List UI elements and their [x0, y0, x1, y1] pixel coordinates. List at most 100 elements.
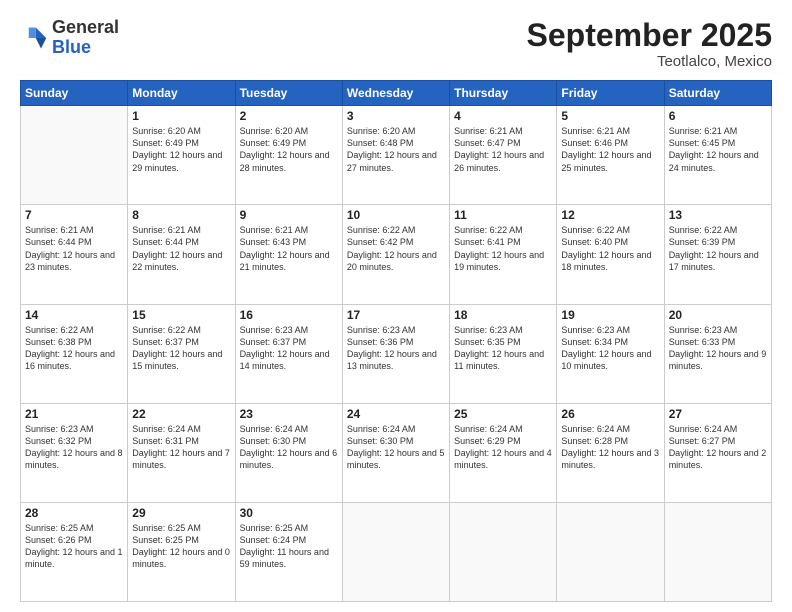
page: General Blue September 2025 Teotlalco, M…: [0, 0, 792, 612]
cell-info: Sunrise: 6:24 AM Sunset: 6:28 PM Dayligh…: [561, 423, 659, 472]
day-number: 3: [347, 109, 445, 123]
header: General Blue September 2025 Teotlalco, M…: [20, 18, 772, 70]
day-number: 22: [132, 407, 230, 421]
day-number: 16: [240, 308, 338, 322]
day-number: 4: [454, 109, 552, 123]
day-number: 13: [669, 208, 767, 222]
calendar-cell: 20 Sunrise: 6:23 AM Sunset: 6:33 PM Dayli…: [664, 304, 771, 403]
cell-info: Sunrise: 6:25 AM Sunset: 6:25 PM Dayligh…: [132, 522, 230, 571]
calendar-cell: 2 Sunrise: 6:20 AM Sunset: 6:49 PM Daylig…: [235, 106, 342, 205]
calendar-cell: 14 Sunrise: 6:22 AM Sunset: 6:38 PM Dayli…: [21, 304, 128, 403]
cell-info: Sunrise: 6:25 AM Sunset: 6:24 PM Dayligh…: [240, 522, 338, 571]
day-number: 8: [132, 208, 230, 222]
calendar-cell: 25 Sunrise: 6:24 AM Sunset: 6:29 PM Dayli…: [450, 403, 557, 502]
header-saturday: Saturday: [664, 81, 771, 106]
day-number: 24: [347, 407, 445, 421]
calendar-cell: 15 Sunrise: 6:22 AM Sunset: 6:37 PM Dayli…: [128, 304, 235, 403]
cell-info: Sunrise: 6:20 AM Sunset: 6:49 PM Dayligh…: [132, 125, 230, 174]
calendar-cell: 19Sunrise: 6:23 AM Sunset: 6:34 PM Dayli…: [557, 304, 664, 403]
cell-info: Sunrise: 6:24 AM Sunset: 6:30 PM Dayligh…: [240, 423, 338, 472]
title-location: Teotlalco, Mexico: [527, 53, 772, 70]
cell-info: Sunrise: 6:21 AM Sunset: 6:44 PM Dayligh…: [25, 224, 123, 273]
cell-info: Sunrise: 6:25 AM Sunset: 6:26 PM Dayligh…: [25, 522, 123, 571]
calendar-cell: 29 Sunrise: 6:25 AM Sunset: 6:25 PM Dayli…: [128, 502, 235, 601]
day-number: 17: [347, 308, 445, 322]
day-number: 21: [25, 407, 123, 421]
logo-blue: Blue: [52, 37, 91, 57]
day-number: 5: [561, 109, 659, 123]
cell-info: Sunrise: 6:23 AM Sunset: 6:36 PM Dayligh…: [347, 324, 445, 373]
day-number: 7: [25, 208, 123, 222]
day-number: 25: [454, 407, 552, 421]
cell-info: Sunrise: 6:21 AM Sunset: 6:46 PM Dayligh…: [561, 125, 659, 174]
calendar-week-2: 14 Sunrise: 6:22 AM Sunset: 6:38 PM Dayli…: [21, 304, 772, 403]
day-number: 23: [240, 407, 338, 421]
cell-info: Sunrise: 6:22 AM Sunset: 6:41 PM Dayligh…: [454, 224, 552, 273]
day-number: 11: [454, 208, 552, 222]
cell-info: Sunrise: 6:24 AM Sunset: 6:27 PM Dayligh…: [669, 423, 767, 472]
calendar-cell: 17 Sunrise: 6:23 AM Sunset: 6:36 PM Dayli…: [342, 304, 449, 403]
day-number: 9: [240, 208, 338, 222]
day-number: 29: [132, 506, 230, 520]
cell-info: Sunrise: 6:21 AM Sunset: 6:45 PM Dayligh…: [669, 125, 767, 174]
day-number: 28: [25, 506, 123, 520]
day-number: 2: [240, 109, 338, 123]
calendar-cell: 27 Sunrise: 6:24 AM Sunset: 6:27 PM Dayli…: [664, 403, 771, 502]
calendar-cell: [557, 502, 664, 601]
cell-info: Sunrise: 6:22 AM Sunset: 6:37 PM Dayligh…: [132, 324, 230, 373]
calendar-cell: [664, 502, 771, 601]
cell-info: Sunrise: 6:21 AM Sunset: 6:43 PM Dayligh…: [240, 224, 338, 273]
cell-info: Sunrise: 6:23 AM Sunset: 6:37 PM Dayligh…: [240, 324, 338, 373]
day-number: 20: [669, 308, 767, 322]
cell-info: Sunrise: 6:20 AM Sunset: 6:49 PM Dayligh…: [240, 125, 338, 174]
calendar-cell: 22Sunrise: 6:24 AM Sunset: 6:31 PM Dayli…: [128, 403, 235, 502]
header-thursday: Thursday: [450, 81, 557, 106]
day-number: 1: [132, 109, 230, 123]
cell-info: Sunrise: 6:22 AM Sunset: 6:40 PM Dayligh…: [561, 224, 659, 273]
cell-info: Sunrise: 6:22 AM Sunset: 6:42 PM Dayligh…: [347, 224, 445, 273]
calendar-cell: 11 Sunrise: 6:22 AM Sunset: 6:41 PM Dayli…: [450, 205, 557, 304]
cell-info: Sunrise: 6:24 AM Sunset: 6:29 PM Dayligh…: [454, 423, 552, 472]
cell-info: Sunrise: 6:20 AM Sunset: 6:48 PM Dayligh…: [347, 125, 445, 174]
calendar-cell: 1 Sunrise: 6:20 AM Sunset: 6:49 PM Daylig…: [128, 106, 235, 205]
calendar-cell: 26 Sunrise: 6:24 AM Sunset: 6:28 PM Dayli…: [557, 403, 664, 502]
header-monday: Monday: [128, 81, 235, 106]
calendar-cell: 3 Sunrise: 6:20 AM Sunset: 6:48 PM Daylig…: [342, 106, 449, 205]
calendar-cell: 6 Sunrise: 6:21 AM Sunset: 6:45 PM Daylig…: [664, 106, 771, 205]
cell-info: Sunrise: 6:21 AM Sunset: 6:44 PM Dayligh…: [132, 224, 230, 273]
logo: General Blue: [20, 18, 119, 58]
title-block: September 2025 Teotlalco, Mexico: [527, 18, 772, 70]
day-number: 14: [25, 308, 123, 322]
day-number: 26: [561, 407, 659, 421]
logo-icon: [20, 24, 48, 52]
calendar-cell: 7 Sunrise: 6:21 AM Sunset: 6:44 PM Daylig…: [21, 205, 128, 304]
calendar-cell: 8 Sunrise: 6:21 AM Sunset: 6:44 PM Daylig…: [128, 205, 235, 304]
calendar-week-3: 21Sunrise: 6:23 AM Sunset: 6:32 PM Dayli…: [21, 403, 772, 502]
calendar-cell: 21Sunrise: 6:23 AM Sunset: 6:32 PM Dayli…: [21, 403, 128, 502]
calendar-header-row: Sunday Monday Tuesday Wednesday Thursday…: [21, 81, 772, 106]
calendar-week-1: 7 Sunrise: 6:21 AM Sunset: 6:44 PM Daylig…: [21, 205, 772, 304]
calendar-cell: 5 Sunrise: 6:21 AM Sunset: 6:46 PM Daylig…: [557, 106, 664, 205]
logo-general: General: [52, 17, 119, 37]
cell-info: Sunrise: 6:23 AM Sunset: 6:34 PM Dayligh…: [561, 324, 659, 373]
day-number: 27: [669, 407, 767, 421]
cell-info: Sunrise: 6:22 AM Sunset: 6:38 PM Dayligh…: [25, 324, 123, 373]
cell-info: Sunrise: 6:23 AM Sunset: 6:33 PM Dayligh…: [669, 324, 767, 373]
calendar-week-4: 28 Sunrise: 6:25 AM Sunset: 6:26 PM Dayli…: [21, 502, 772, 601]
logo-text: General Blue: [52, 18, 119, 58]
day-number: 6: [669, 109, 767, 123]
calendar-cell: [450, 502, 557, 601]
day-number: 30: [240, 506, 338, 520]
cell-info: Sunrise: 6:24 AM Sunset: 6:30 PM Dayligh…: [347, 423, 445, 472]
calendar-cell: 9 Sunrise: 6:21 AM Sunset: 6:43 PM Daylig…: [235, 205, 342, 304]
calendar-cell: 13 Sunrise: 6:22 AM Sunset: 6:39 PM Dayli…: [664, 205, 771, 304]
calendar-cell: 23 Sunrise: 6:24 AM Sunset: 6:30 PM Dayli…: [235, 403, 342, 502]
calendar-week-0: 1 Sunrise: 6:20 AM Sunset: 6:49 PM Daylig…: [21, 106, 772, 205]
day-number: 12: [561, 208, 659, 222]
day-number: 15: [132, 308, 230, 322]
calendar-cell: 28 Sunrise: 6:25 AM Sunset: 6:26 PM Dayli…: [21, 502, 128, 601]
calendar-cell: 12 Sunrise: 6:22 AM Sunset: 6:40 PM Dayli…: [557, 205, 664, 304]
cell-info: Sunrise: 6:21 AM Sunset: 6:47 PM Dayligh…: [454, 125, 552, 174]
calendar-cell: 30 Sunrise: 6:25 AM Sunset: 6:24 PM Dayli…: [235, 502, 342, 601]
cell-info: Sunrise: 6:22 AM Sunset: 6:39 PM Dayligh…: [669, 224, 767, 273]
